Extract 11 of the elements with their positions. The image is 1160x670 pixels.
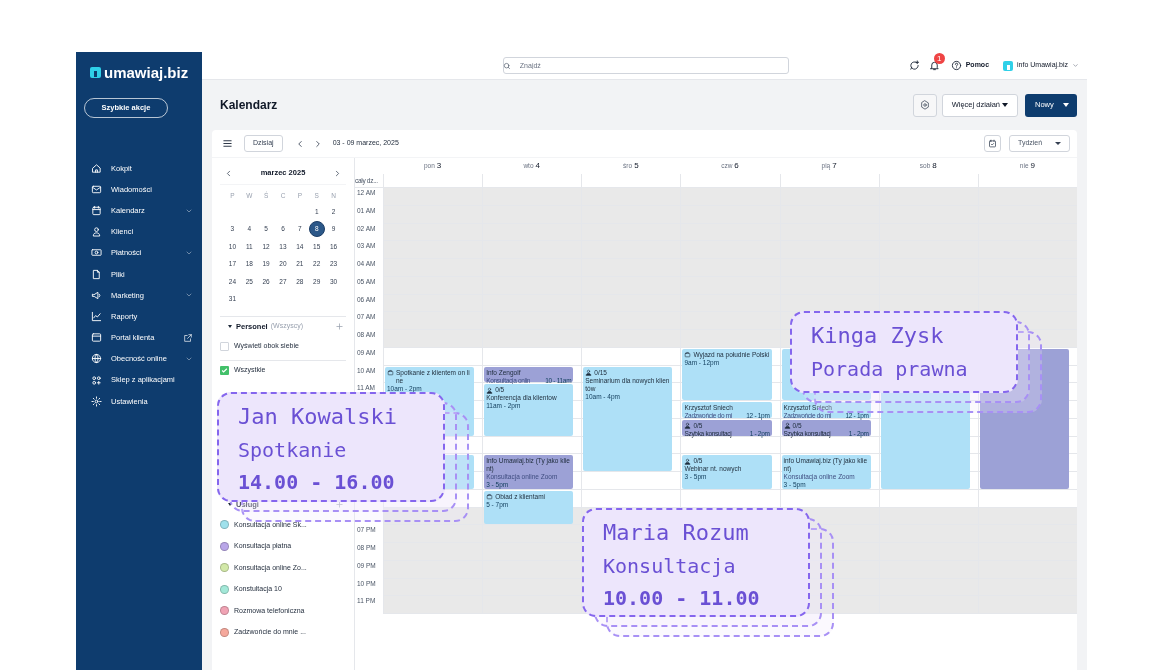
service-name: Spotkanie: [238, 437, 348, 464]
notification-badge: 1: [933, 53, 945, 64]
appointment-time: 10.00 - 11.00: [603, 585, 761, 612]
service-name: Konsultacja: [603, 553, 737, 580]
appointment-time: 14.00 - 16.00: [238, 469, 396, 496]
logo-text: umawiaj.biz: [104, 65, 189, 80]
client-name: Kinga Zysk: [811, 322, 945, 350]
client-name: Maria Rozum: [603, 519, 750, 547]
page-title: Kalendarz: [220, 97, 278, 114]
client-name: Jan Kowalski: [238, 403, 398, 431]
service-name: Porada prawna: [811, 356, 969, 383]
